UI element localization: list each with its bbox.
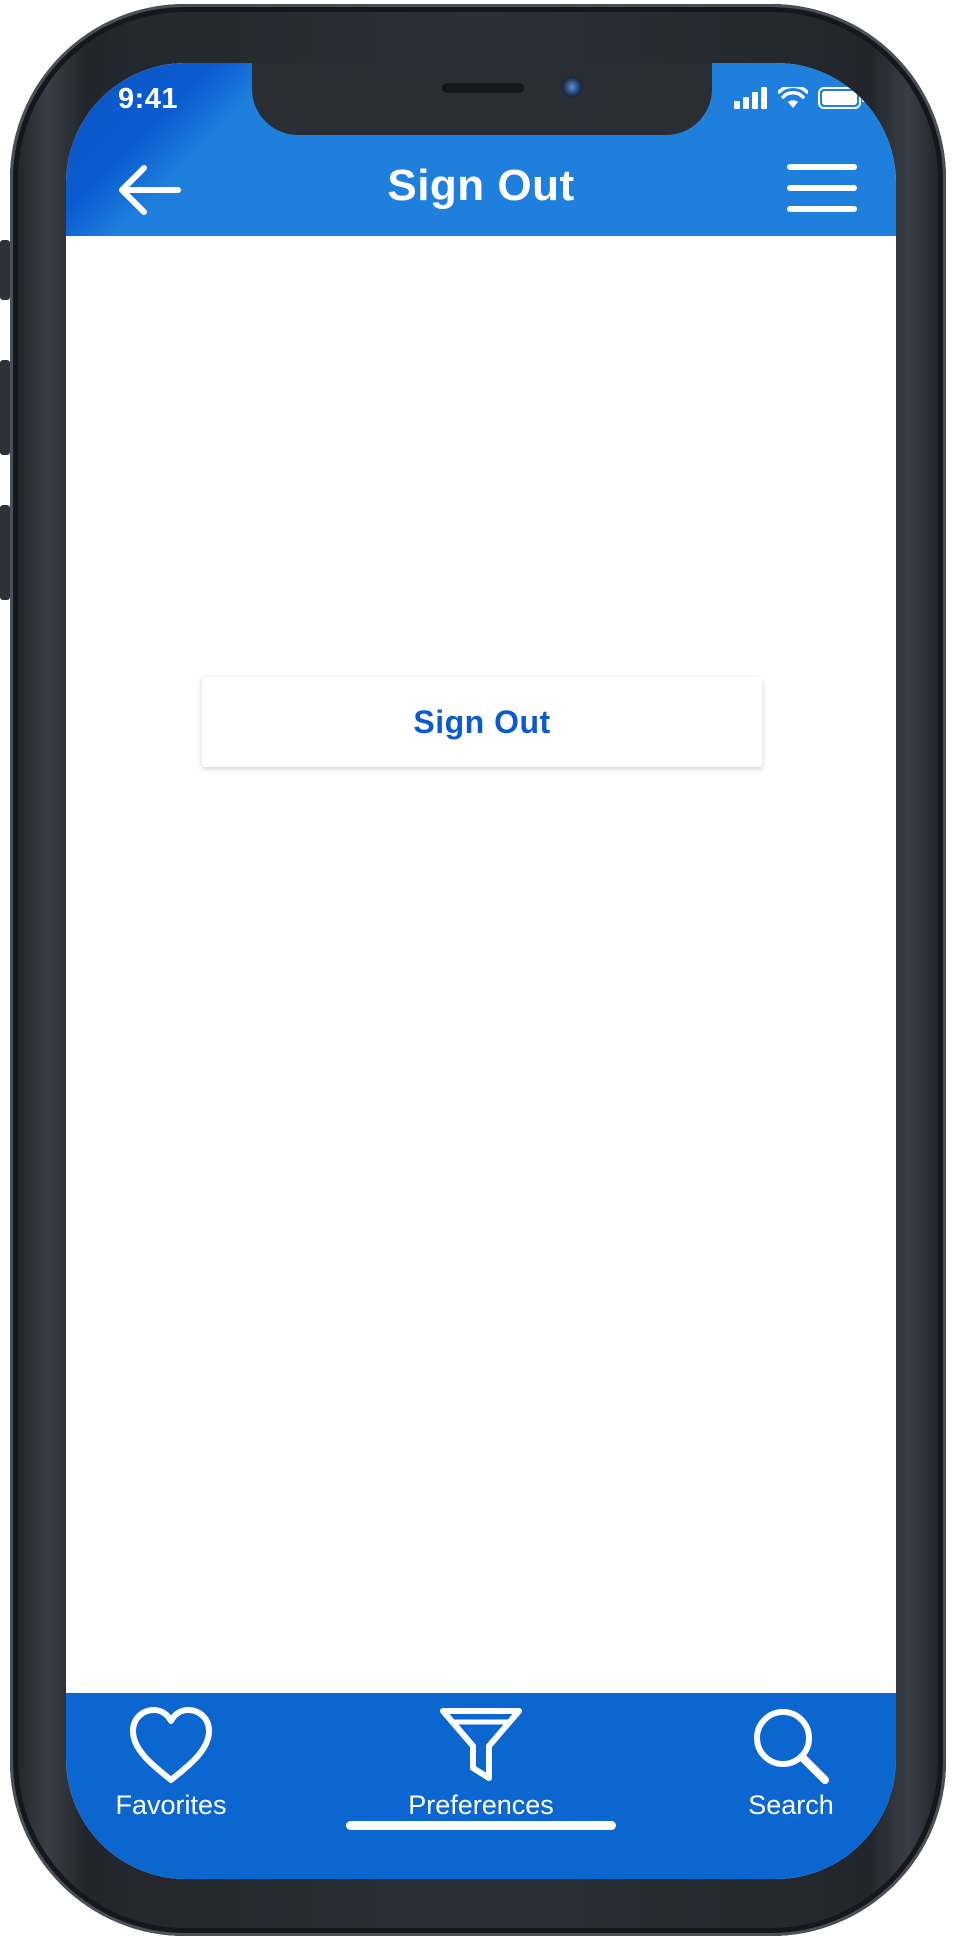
heart-icon bbox=[130, 1707, 212, 1783]
signal-icon bbox=[734, 87, 767, 109]
mute-switch bbox=[0, 240, 10, 300]
home-indicator[interactable] bbox=[346, 1821, 616, 1830]
volume-down-button bbox=[0, 505, 10, 600]
notch bbox=[252, 63, 712, 135]
hamburger-menu-icon bbox=[787, 164, 857, 212]
search-icon bbox=[754, 1709, 829, 1784]
battery-icon bbox=[818, 87, 865, 109]
sign-out-button[interactable]: Sign Out bbox=[202, 677, 762, 767]
main-content: Sign Out bbox=[66, 236, 896, 1756]
tab-bar: Favorites Preferences Search bbox=[66, 1693, 896, 1879]
tab-search[interactable]: Search bbox=[716, 1693, 866, 1843]
tab-label: Preferences bbox=[408, 1790, 554, 1820]
wifi-icon bbox=[778, 87, 808, 108]
filter-icon bbox=[440, 1708, 522, 1781]
page-title: Sign Out bbox=[387, 161, 575, 210]
front-camera bbox=[561, 76, 583, 98]
volume-up-button bbox=[0, 360, 10, 455]
speaker bbox=[442, 83, 524, 93]
phone-frame: 9:41 Sign Out Sign Out Favorites Prefere… bbox=[0, 0, 956, 1941]
tab-label: Search bbox=[748, 1790, 834, 1820]
tab-label: Favorites bbox=[115, 1790, 227, 1820]
menu-button[interactable] bbox=[784, 160, 860, 218]
status-icons bbox=[734, 87, 866, 109]
screen: 9:41 Sign Out Sign Out Favorites Prefere… bbox=[66, 63, 896, 1879]
status-time: 9:41 bbox=[118, 83, 179, 115]
tab-favorites[interactable]: Favorites bbox=[96, 1693, 246, 1843]
